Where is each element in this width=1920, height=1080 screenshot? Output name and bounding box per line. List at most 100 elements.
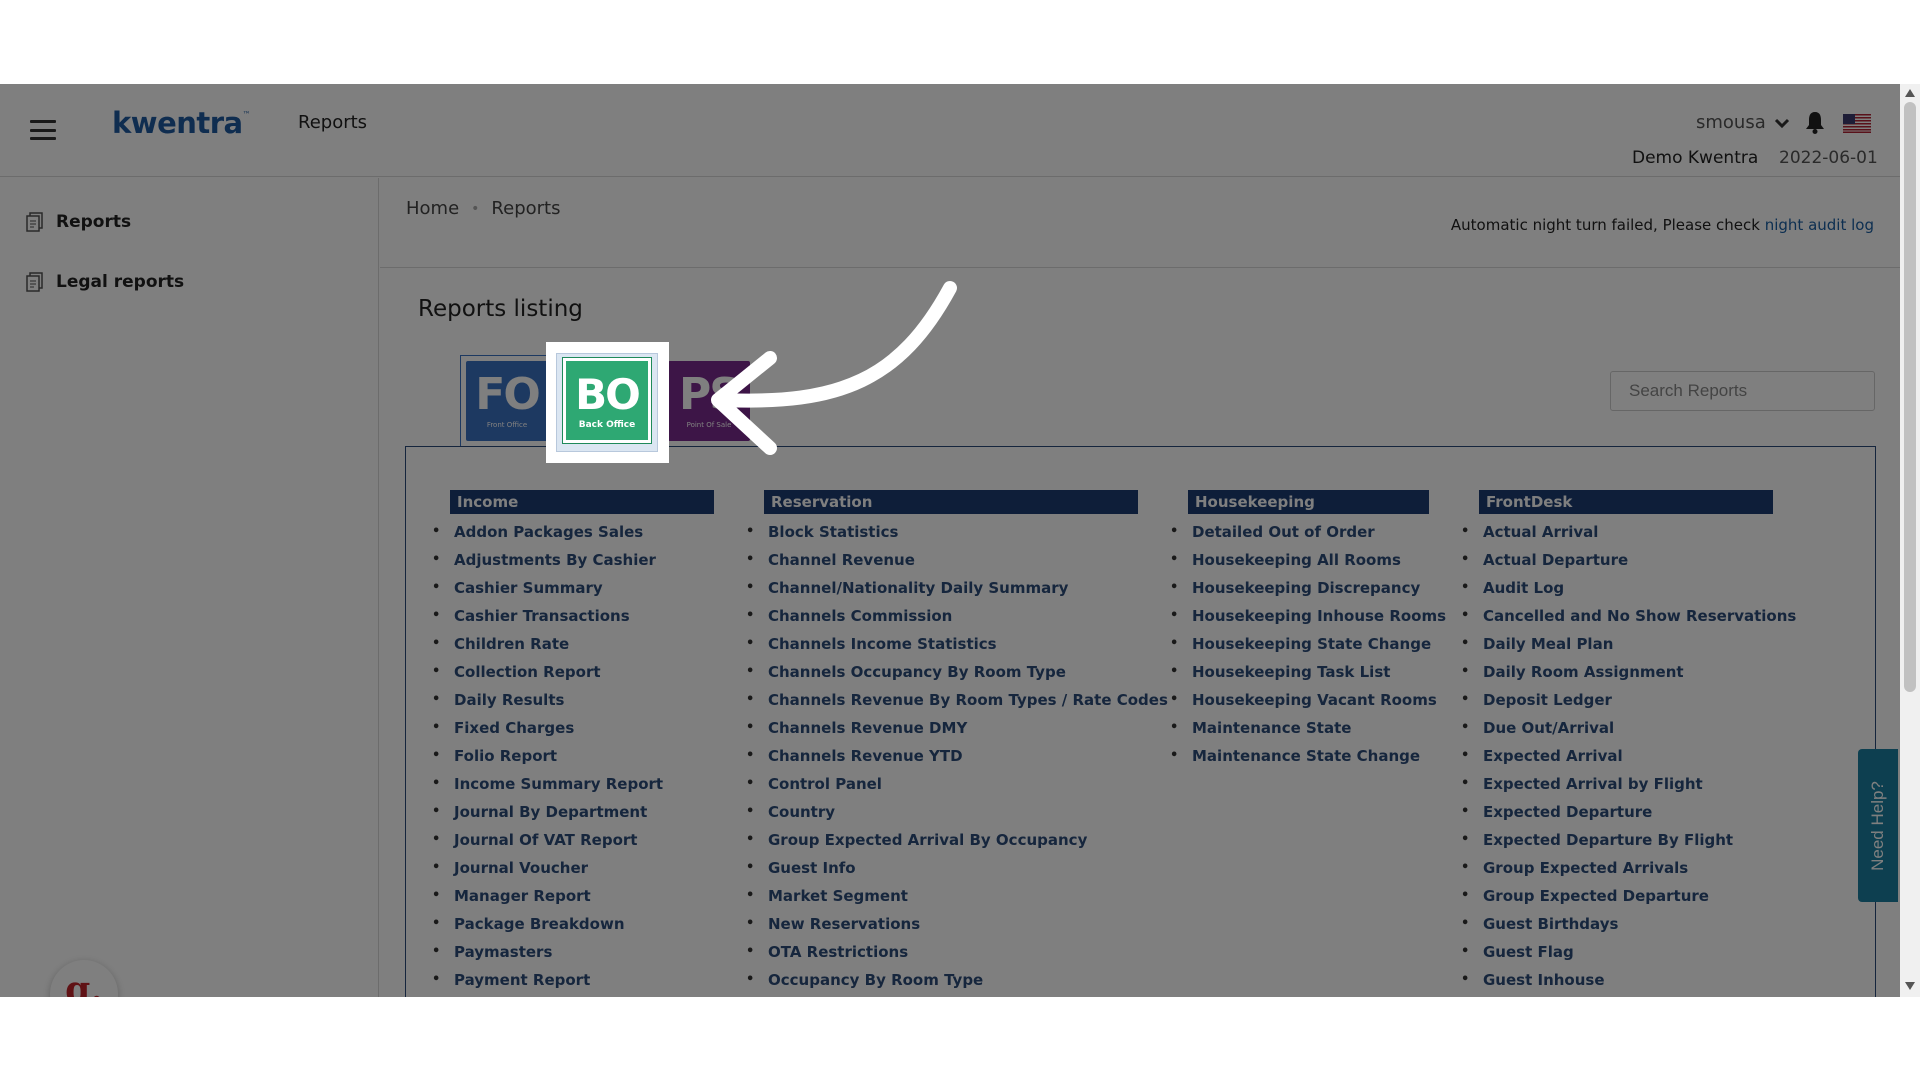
report-link[interactable]: Housekeeping Discrepancy — [1170, 574, 1429, 602]
tab-point-of-sale[interactable]: PS Point Of Sale — [668, 361, 750, 441]
hamburger-menu-icon[interactable] — [30, 120, 56, 140]
report-link[interactable]: Actual Arrival — [1461, 518, 1773, 546]
report-link[interactable]: Group Expected Arrivals — [1461, 854, 1773, 882]
sidebar-item-legal-reports[interactable]: Legal reports — [26, 272, 184, 292]
report-link[interactable]: Addon Packages Sales — [432, 518, 714, 546]
report-link[interactable]: Daily Meal Plan — [1461, 630, 1773, 658]
search-reports-input[interactable] — [1610, 371, 1875, 411]
report-link[interactable]: OTA Restrictions — [746, 938, 1138, 966]
report-link[interactable]: Channel Revenue — [746, 546, 1138, 574]
report-link[interactable]: Deposit Ledger — [1461, 686, 1773, 714]
report-link[interactable]: Group Expected Departure — [1461, 882, 1773, 910]
report-list: Block StatisticsChannel RevenueChannel/N… — [746, 518, 1168, 994]
report-link[interactable]: Maintenance State Change — [1170, 742, 1429, 770]
report-link[interactable]: Expected Arrival by Flight — [1461, 770, 1773, 798]
report-link[interactable]: Housekeeping Task List — [1170, 658, 1429, 686]
report-link[interactable]: Fixed Charges — [432, 714, 714, 742]
report-link[interactable]: Channels Income Statistics — [746, 630, 1138, 658]
report-link[interactable]: Control Panel — [746, 770, 1138, 798]
column-reservation: Reservation Block StatisticsChannel Reve… — [746, 490, 1168, 994]
column-income: Income Addon Packages SalesAdjustments B… — [432, 490, 714, 994]
page-header-title: Reports — [298, 112, 368, 133]
app-window: kwentra™ Reports smousa Demo Kwentra 202… — [0, 84, 1920, 997]
report-link[interactable]: Block Statistics — [746, 518, 1138, 546]
sidebar-item-label: Reports — [56, 212, 132, 232]
report-link[interactable]: Channels Revenue By Room Types / Rate Co… — [746, 686, 1168, 714]
report-link[interactable]: Guest Inhouse — [1461, 966, 1773, 994]
page-title: Reports listing — [418, 296, 583, 322]
scrollbar-thumb[interactable] — [1904, 102, 1916, 692]
tab-front-office[interactable]: FO Front Office — [466, 361, 548, 441]
vertical-scrollbar[interactable] — [1900, 84, 1920, 997]
night-audit-log-link[interactable]: night audit log — [1765, 216, 1874, 234]
kwentra-logo[interactable]: kwentra™ — [112, 106, 251, 140]
report-document-icon — [26, 212, 43, 232]
report-link[interactable]: Income Summary Report — [432, 770, 714, 798]
widget-logo: g. — [65, 969, 103, 997]
report-link[interactable]: Country — [746, 798, 1138, 826]
tab-code: BO — [575, 370, 641, 419]
report-link[interactable]: Cashier Summary — [432, 574, 714, 602]
report-link[interactable]: Cashier Transactions — [432, 602, 714, 630]
sidebar-item-reports[interactable]: Reports — [26, 212, 131, 232]
report-link[interactable]: Channels Revenue YTD — [746, 742, 1138, 770]
report-link[interactable]: Guest Flag — [1461, 938, 1773, 966]
report-link[interactable]: Expected Departure — [1461, 798, 1773, 826]
report-link[interactable]: Payment Report — [432, 966, 714, 994]
report-link[interactable]: Occupancy By Room Type — [746, 966, 1138, 994]
column-heading: Income — [450, 490, 714, 514]
hotel-name: Demo Kwentra — [1632, 148, 1759, 168]
report-link[interactable]: Actual Departure — [1461, 546, 1773, 574]
report-link[interactable]: Expected Arrival — [1461, 742, 1773, 770]
report-link[interactable]: Journal By Department — [432, 798, 714, 826]
scroll-down-icon[interactable] — [1905, 982, 1915, 990]
report-link[interactable]: Daily Results — [432, 686, 714, 714]
report-link[interactable]: Expected Departure By Flight — [1461, 826, 1773, 854]
report-link[interactable]: Audit Log — [1461, 574, 1773, 602]
report-link[interactable]: Market Segment — [746, 882, 1138, 910]
need-help-tab[interactable]: Need Help? — [1858, 749, 1898, 902]
report-link[interactable]: Package Breakdown — [432, 910, 714, 938]
report-link[interactable]: Maintenance State — [1170, 714, 1429, 742]
chat-widget-button[interactable]: g. 1 — [50, 960, 118, 997]
report-link[interactable]: Channels Commission — [746, 602, 1138, 630]
report-link[interactable]: Housekeeping All Rooms — [1170, 546, 1429, 574]
report-link[interactable]: Children Rate — [432, 630, 714, 658]
report-link[interactable]: Guest Birthdays — [1461, 910, 1773, 938]
scroll-up-icon[interactable] — [1905, 89, 1915, 97]
report-link[interactable]: Collection Report — [432, 658, 714, 686]
column-heading: Reservation — [764, 490, 1138, 514]
report-link[interactable]: Due Out/Arrival — [1461, 714, 1773, 742]
report-link[interactable]: Housekeeping Vacant Rooms — [1170, 686, 1437, 714]
report-link[interactable]: Adjustments By Cashier — [432, 546, 714, 574]
screenshot-stage: kwentra™ Reports smousa Demo Kwentra 202… — [0, 0, 1920, 1080]
report-list: Addon Packages SalesAdjustments By Cashi… — [432, 518, 714, 994]
report-link[interactable]: Daily Room Assignment — [1461, 658, 1773, 686]
tab-code: FO — [475, 369, 540, 420]
report-link[interactable]: Manager Report — [432, 882, 714, 910]
report-link[interactable]: Group Expected Arrival By Occupancy — [746, 826, 1138, 854]
report-link[interactable]: Channels Revenue DMY — [746, 714, 1138, 742]
report-link[interactable]: Cancelled and No Show Reservations — [1461, 602, 1796, 630]
column-frontdesk: FrontDesk Actual ArrivalActual Departure… — [1461, 490, 1796, 994]
us-flag-icon[interactable] — [1843, 114, 1871, 133]
breadcrumb-home[interactable]: Home — [406, 198, 459, 219]
report-link[interactable]: Journal Of VAT Report — [432, 826, 714, 854]
top-header: kwentra™ Reports smousa Demo Kwentra 202… — [0, 84, 1900, 177]
report-link[interactable]: Housekeeping State Change — [1170, 630, 1431, 658]
report-document-icon — [26, 272, 43, 292]
user-menu-dropdown[interactable]: smousa — [1696, 112, 1790, 133]
report-link[interactable]: New Reservations — [746, 910, 1138, 938]
breadcrumb-current: Reports — [491, 198, 561, 219]
report-link[interactable]: Detailed Out of Order — [1170, 518, 1429, 546]
report-link[interactable]: Channel/Nationality Daily Summary — [746, 574, 1138, 602]
report-link[interactable]: Folio Report — [432, 742, 714, 770]
report-link[interactable]: Guest Info — [746, 854, 1138, 882]
report-link[interactable]: Journal Voucher — [432, 854, 714, 882]
report-link[interactable]: Channels Occupancy By Room Type — [746, 658, 1138, 686]
bell-icon[interactable] — [1804, 110, 1826, 134]
tab-back-office[interactable]: BO Back Office — [556, 353, 658, 452]
report-link[interactable]: Paymasters — [432, 938, 714, 966]
report-link[interactable]: Housekeeping Inhouse Rooms — [1170, 602, 1446, 630]
sidebar-item-label: Legal reports — [56, 272, 185, 292]
